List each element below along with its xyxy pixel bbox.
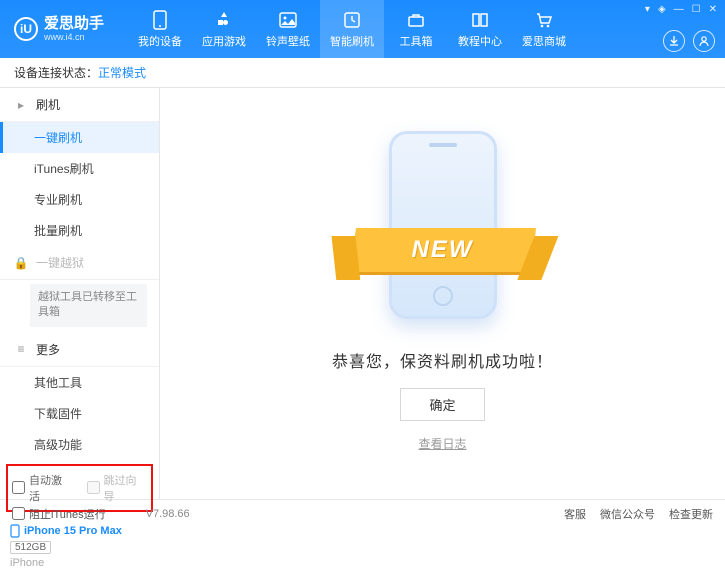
main-nav: 我的设备 应用游戏 铃声壁纸 智能刷机 工具箱 教程中心 爱思商城 (128, 0, 576, 58)
ok-button[interactable]: 确定 (400, 388, 484, 421)
cart-icon (534, 10, 554, 30)
app-name: 爱思助手 (44, 16, 104, 31)
nav-toolbox[interactable]: 工具箱 (384, 0, 448, 58)
checkbox-auto-activate[interactable]: 自动激活 (12, 472, 73, 504)
sidebar-item-itunes[interactable]: iTunes刷机 (0, 153, 159, 184)
app-url: www.i4.cn (44, 33, 104, 42)
nav-tutorial[interactable]: 教程中心 (448, 0, 512, 58)
new-ribbon: NEW (353, 228, 533, 272)
sidebar-group-more[interactable]: ≡ 更多 (0, 333, 159, 367)
nav-store[interactable]: 爱思商城 (512, 0, 576, 58)
lock-icon: 🔒 (14, 256, 28, 270)
user-button[interactable] (693, 30, 715, 52)
status-row: 设备连接状态： 正常模式 (0, 58, 725, 88)
jailbreak-note: 越狱工具已转移至工具箱 (30, 284, 147, 327)
sidebar-item-oneclick[interactable]: 一键刷机 (0, 122, 159, 153)
menu-icon[interactable]: ▾ (645, 4, 650, 15)
sidebar-group-flash[interactable]: ▸ 刷机 (0, 88, 159, 122)
more-icon: ≡ (14, 342, 28, 356)
nav-label: 教程中心 (458, 33, 502, 49)
sidebar-item-other[interactable]: 其他工具 (0, 367, 159, 398)
device-storage: 512GB (10, 541, 51, 554)
minimize-button[interactable]: — (674, 4, 684, 15)
group-label: 一键越狱 (36, 254, 84, 271)
book-icon (470, 10, 490, 30)
toolbox-icon (406, 10, 426, 30)
window-controls: ▾ ◈ — ☐ ✕ (645, 4, 717, 15)
nav-ringtone[interactable]: 铃声壁纸 (256, 0, 320, 58)
download-button[interactable] (663, 30, 685, 52)
footer-update[interactable]: 检查更新 (669, 506, 713, 522)
nav-label: 爱思商城 (522, 33, 566, 49)
nav-label: 应用游戏 (202, 33, 246, 49)
app-logo: iU 爱思助手 www.i4.cn (8, 16, 104, 42)
sidebar-item-pro[interactable]: 专业刷机 (0, 184, 159, 215)
nav-label: 我的设备 (138, 33, 182, 49)
main-content: NEW 恭喜您，保资料刷机成功啦！ 确定 查看日志 (160, 88, 725, 499)
logo-badge: iU (14, 17, 38, 41)
device-type: iPhone (10, 557, 149, 569)
status-prefix: 设备连接状态： (14, 64, 98, 81)
nav-flash[interactable]: 智能刷机 (320, 0, 384, 58)
phone-icon (150, 10, 170, 30)
checkbox-skip-guide[interactable]: 跳过向导 (87, 472, 148, 504)
header-actions (663, 30, 715, 52)
phone-graphic (389, 131, 497, 319)
view-log-link[interactable]: 查看日志 (418, 435, 466, 452)
apps-icon (214, 10, 234, 30)
image-icon (278, 10, 298, 30)
sidebar-item-download[interactable]: 下载固件 (0, 398, 159, 429)
sidebar-group-jailbreak: 🔒 一键越狱 (0, 246, 159, 280)
checkbox-block-itunes[interactable]: 阻止iTunes运行 (12, 506, 106, 522)
nav-label: 智能刷机 (330, 33, 374, 49)
footer-support[interactable]: 客服 (564, 506, 586, 522)
nav-apps[interactable]: 应用游戏 (192, 0, 256, 58)
sidebar: ▸ 刷机 一键刷机 iTunes刷机 专业刷机 批量刷机 🔒 一键越狱 越狱工具… (0, 88, 160, 499)
version-label: V7.98.66 (146, 508, 190, 520)
maximize-button[interactable]: ☐ (692, 4, 701, 15)
flash-icon (342, 10, 362, 30)
group-label: 更多 (36, 341, 60, 358)
skin-icon[interactable]: ◈ (658, 4, 666, 15)
device-name[interactable]: iPhone 15 Pro Max (10, 524, 149, 538)
close-button[interactable]: ✕ (709, 4, 717, 15)
titlebar: iU 爱思助手 www.i4.cn 我的设备 应用游戏 铃声壁纸 智能刷机 工具… (0, 0, 725, 58)
group-label: 刷机 (36, 96, 60, 113)
nav-label: 工具箱 (400, 33, 433, 49)
status-mode: 正常模式 (98, 64, 146, 81)
sidebar-item-batch[interactable]: 批量刷机 (0, 215, 159, 246)
success-message: 恭喜您，保资料刷机成功啦！ (332, 348, 553, 372)
phone-icon (10, 524, 20, 538)
nav-my-device[interactable]: 我的设备 (128, 0, 192, 58)
footer-wechat[interactable]: 微信公众号 (600, 506, 655, 522)
success-illustration: NEW (357, 120, 529, 330)
flash-group-icon: ▸ (14, 98, 28, 112)
sidebar-item-advanced[interactable]: 高级功能 (0, 429, 159, 460)
nav-label: 铃声壁纸 (266, 33, 310, 49)
